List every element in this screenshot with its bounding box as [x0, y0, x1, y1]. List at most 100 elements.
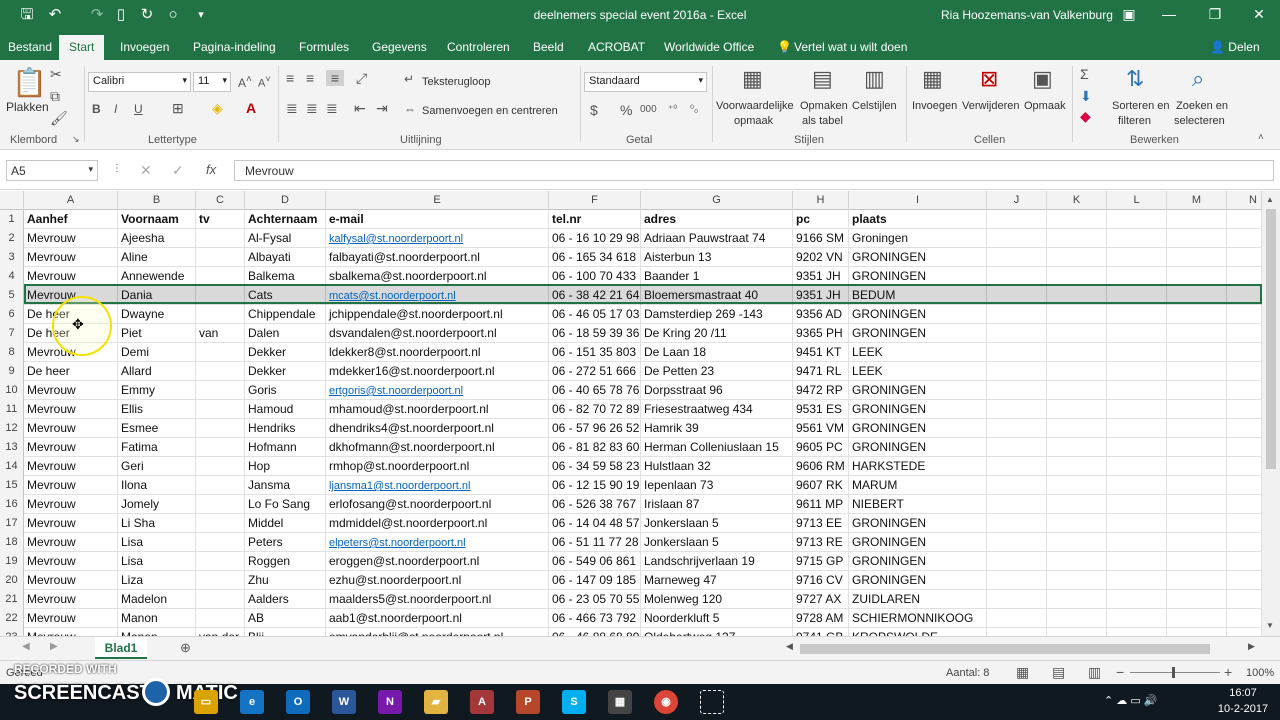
cell[interactable] — [1167, 305, 1227, 324]
collapse-ribbon-icon[interactable]: ˄ — [1258, 132, 1264, 143]
cell[interactable]: pc — [793, 210, 849, 229]
align-bottom-icon[interactable]: ≡ — [326, 70, 344, 86]
cell[interactable]: ertgoris@st.noorderpoort.nl — [326, 381, 549, 400]
fill-icon[interactable]: ⬇ — [1080, 88, 1092, 105]
row-header[interactable]: 1 — [0, 210, 24, 229]
cell[interactable] — [1227, 457, 1262, 476]
cell[interactable]: Demi — [118, 343, 196, 362]
cell[interactable] — [1167, 286, 1227, 305]
share-button[interactable]: 👤 Delen — [1210, 40, 1260, 54]
access-icon[interactable]: A — [470, 690, 494, 714]
cell[interactable] — [1107, 476, 1167, 495]
row-header[interactable]: 11 — [0, 400, 24, 419]
cell[interactable] — [1107, 609, 1167, 628]
cell[interactable]: Mevrouw — [24, 438, 118, 457]
cell[interactable]: Mevrouw — [24, 419, 118, 438]
cell[interactable]: Dekker — [245, 362, 326, 381]
cell[interactable] — [1227, 267, 1262, 286]
cell[interactable]: NIEBERT — [849, 495, 987, 514]
cell[interactable]: Li Sha — [118, 514, 196, 533]
cell[interactable] — [1167, 571, 1227, 590]
cell[interactable] — [1167, 514, 1227, 533]
scroll-thumb[interactable] — [1266, 209, 1276, 469]
cell[interactable]: 9351 JH — [793, 286, 849, 305]
cell[interactable]: Allard — [118, 362, 196, 381]
circle-icon[interactable]: ○ — [162, 6, 184, 24]
cell[interactable]: mdekker16@st.noorderpoort.nl — [326, 362, 549, 381]
tell-me-search[interactable]: Vertel wat u wilt doen — [794, 40, 907, 54]
user-name[interactable]: Ria Hoozemans-van Valkenburg — [941, 8, 1113, 22]
cell[interactable] — [1047, 362, 1107, 381]
calculator-icon[interactable]: ▦ — [608, 690, 632, 714]
cell[interactable]: Geri — [118, 457, 196, 476]
cell[interactable] — [1227, 438, 1262, 457]
cell[interactable]: Zhu — [245, 571, 326, 590]
cell[interactable] — [1227, 590, 1262, 609]
cell[interactable]: 06 - 46 05 17 03 — [549, 305, 641, 324]
cell[interactable]: Mevrouw — [24, 533, 118, 552]
cell[interactable]: Jonkerslaan 5 — [641, 533, 793, 552]
cell[interactable] — [1107, 286, 1167, 305]
word-icon[interactable]: W — [332, 690, 356, 714]
format-table-button[interactable]: Opmaken — [800, 100, 848, 112]
cell[interactable]: GRONINGEN — [849, 400, 987, 419]
cell[interactable] — [1047, 248, 1107, 267]
cell[interactable] — [1107, 495, 1167, 514]
cell[interactable]: Cats — [245, 286, 326, 305]
cell[interactable]: LEEK — [849, 343, 987, 362]
cell[interactable] — [987, 533, 1047, 552]
ribbon-display-icon[interactable]: ▣ — [1114, 6, 1144, 23]
cell[interactable]: van — [196, 324, 245, 343]
col-header[interactable]: K — [1047, 191, 1107, 210]
sort-filter-button[interactable]: Sorteren en — [1112, 100, 1169, 112]
delete-cells-button[interactable]: Verwijderen — [962, 100, 1019, 112]
cell[interactable]: Lisa — [118, 552, 196, 571]
cell[interactable]: Mevrouw — [24, 495, 118, 514]
tab-controleren[interactable]: Controleren — [447, 40, 510, 54]
cell[interactable]: Dania — [118, 286, 196, 305]
scroll-up-icon[interactable]: ▲ — [1266, 195, 1274, 204]
cell[interactable]: 06 - 272 51 666 — [549, 362, 641, 381]
cell[interactable] — [1047, 267, 1107, 286]
zoom-slider[interactable] — [1130, 672, 1220, 673]
row-header[interactable]: 5 — [0, 286, 24, 305]
cell[interactable] — [1227, 381, 1262, 400]
cell[interactable]: GRONINGEN — [849, 552, 987, 571]
cell[interactable] — [1227, 343, 1262, 362]
cell[interactable] — [1167, 248, 1227, 267]
cell[interactable] — [1167, 476, 1227, 495]
customize-qat-icon[interactable]: ▾ — [190, 6, 212, 24]
font-color-icon[interactable]: A — [246, 100, 256, 116]
cell[interactable] — [987, 457, 1047, 476]
new-file-icon[interactable]: ▯ — [110, 6, 132, 24]
cell[interactable] — [1167, 495, 1227, 514]
cell[interactable]: ldekker8@st.noorderpoort.nl — [326, 343, 549, 362]
paste-button[interactable]: Plakken — [6, 100, 49, 114]
cell[interactable]: Marneweg 47 — [641, 571, 793, 590]
cell-styles-icon[interactable]: ▥ — [864, 66, 885, 92]
cell[interactable]: GRONINGEN — [849, 324, 987, 343]
cell[interactable] — [196, 419, 245, 438]
cell[interactable]: GRONINGEN — [849, 248, 987, 267]
grow-font-icon[interactable]: A˄ — [238, 74, 252, 90]
row-header[interactable]: 2 — [0, 229, 24, 248]
cell[interactable]: Ajeesha — [118, 229, 196, 248]
cell[interactable] — [987, 324, 1047, 343]
cell[interactable] — [1047, 628, 1107, 636]
cell[interactable] — [987, 495, 1047, 514]
cell[interactable]: 9716 CV — [793, 571, 849, 590]
cell[interactable]: Mevrouw — [24, 552, 118, 571]
cell[interactable]: Hop — [245, 457, 326, 476]
cell[interactable] — [196, 305, 245, 324]
cell[interactable]: Dalen — [245, 324, 326, 343]
cell[interactable]: 06 - 16 10 29 98 — [549, 229, 641, 248]
orientation-icon[interactable]: ⤢ — [356, 70, 367, 87]
cell[interactable] — [1227, 419, 1262, 438]
cell[interactable]: Hamrik 39 — [641, 419, 793, 438]
cell[interactable]: tel.nr — [549, 210, 641, 229]
cell[interactable]: Mevrouw — [24, 457, 118, 476]
cell[interactable]: 06 - 82 70 72 89 — [549, 400, 641, 419]
cell[interactable]: 9713 EE — [793, 514, 849, 533]
powerpoint-icon[interactable]: P — [516, 690, 540, 714]
cell[interactable]: Madelon — [118, 590, 196, 609]
